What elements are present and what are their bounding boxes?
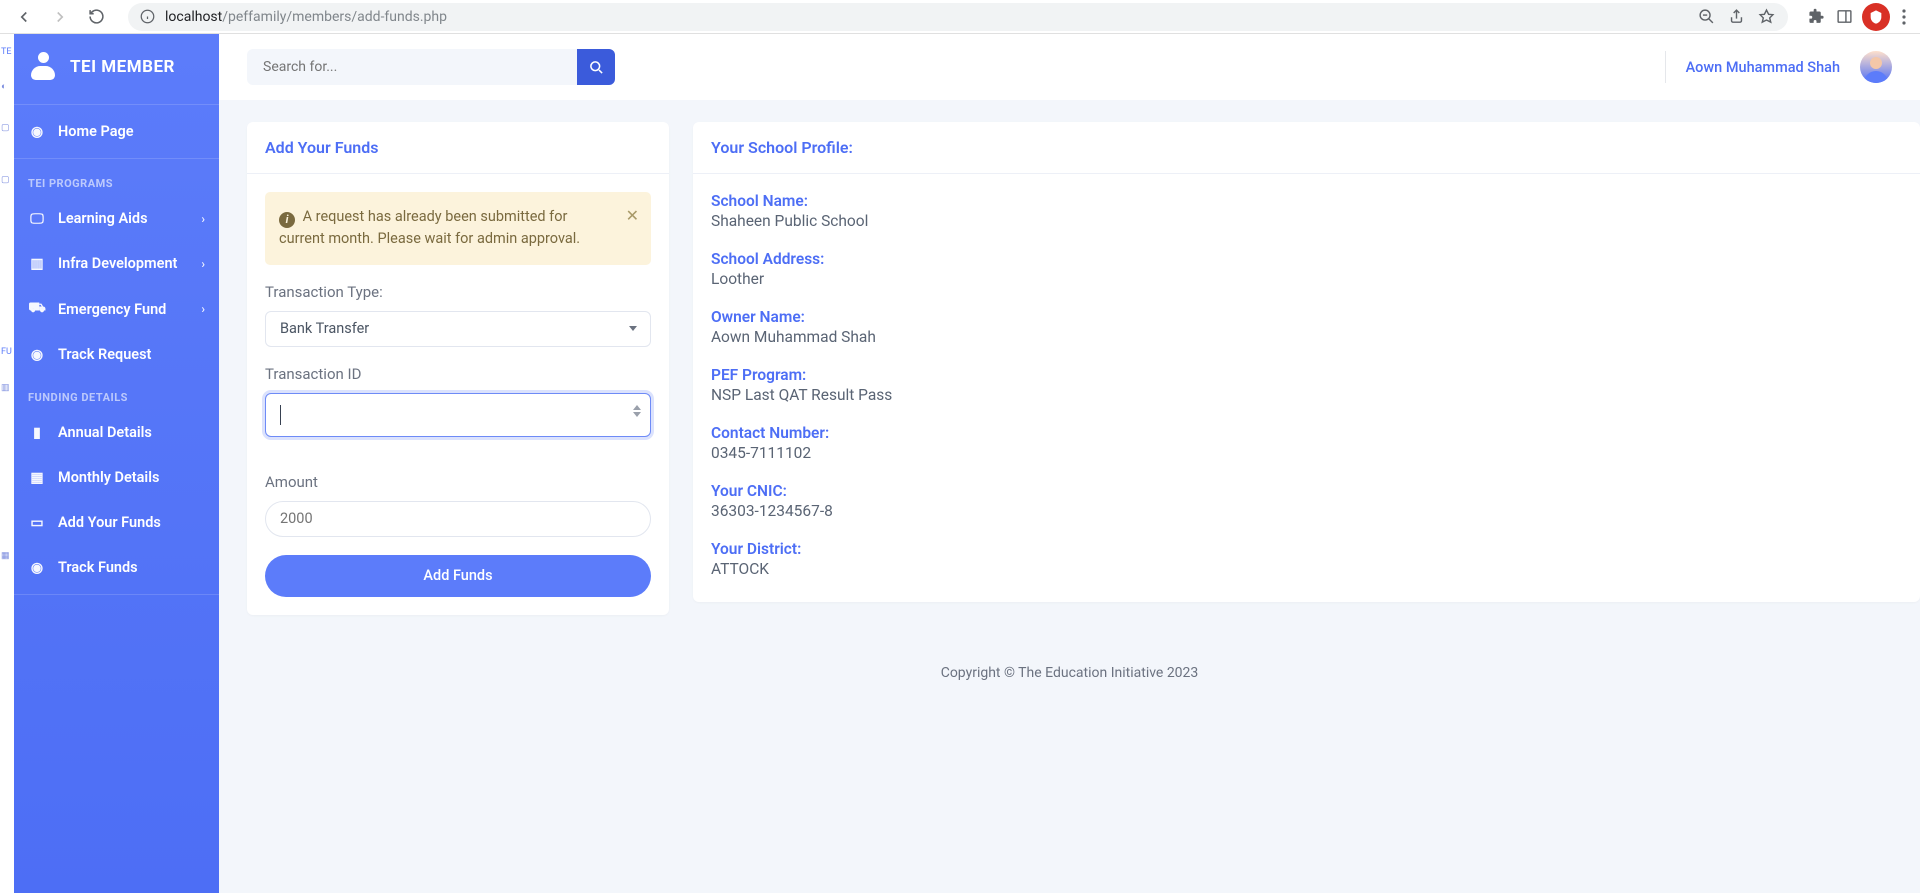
table-icon: ▦ [28, 470, 46, 486]
sidebar-item-label: Monthly Details [58, 469, 159, 486]
footer-text: Copyright © The Education Initiative 202… [219, 637, 1920, 721]
forward-button[interactable] [46, 3, 74, 31]
eye-icon: ◉ [28, 560, 46, 576]
site-info-icon [140, 9, 155, 24]
sidebar-item-track-request[interactable]: ◉ Track Request [14, 332, 219, 377]
profile-avatar-browser[interactable] [1862, 3, 1890, 31]
search-button[interactable] [577, 49, 615, 85]
sidebar-item-learning-aids[interactable]: 🖵 Learning Aids › [14, 196, 219, 241]
share-icon[interactable] [1726, 7, 1746, 27]
add-funds-card: Add Your Funds i A request has already b… [247, 122, 669, 615]
label-contact-number: Contact Number: [711, 424, 1902, 442]
chevron-right-icon: › [201, 302, 205, 316]
money-icon: ▭ [28, 515, 46, 531]
extensions-icon[interactable] [1806, 7, 1826, 27]
sidebar: TEI MEMBER ◉ Home Page TEI PROGRAMS 🖵 Le… [14, 34, 219, 893]
sidebar-item-add-funds[interactable]: ▭ Add Your Funds [14, 500, 219, 545]
alert-warning: i A request has already been submitted f… [265, 192, 651, 265]
close-icon[interactable]: ✕ [626, 204, 639, 229]
sidebar-item-track-funds[interactable]: ◉ Track Funds [14, 545, 219, 590]
url-text: localhost/peffamily/members/add-funds.ph… [165, 9, 447, 25]
back-button[interactable] [10, 3, 38, 31]
sidebar-item-label: Learning Aids [58, 210, 148, 227]
sidebar-item-label: Add Your Funds [58, 514, 161, 531]
search-input[interactable] [247, 49, 577, 85]
label-district: Your District: [711, 540, 1902, 558]
sidebar-item-label: Annual Details [58, 424, 152, 441]
eye-icon: ◉ [28, 347, 46, 363]
search-icon [589, 60, 604, 75]
brand-text: TEI MEMBER [70, 57, 175, 77]
add-funds-button[interactable]: Add Funds [265, 555, 651, 597]
info-icon: i [279, 212, 295, 228]
chevron-right-icon: › [201, 212, 205, 226]
transaction-type-select[interactable]: Bank Transfer [265, 311, 651, 347]
sidebar-item-label: Track Request [58, 346, 151, 363]
text-cursor [280, 405, 281, 425]
value-district: ATTOCK [711, 560, 1902, 578]
chart-icon: ▮ [28, 425, 46, 441]
truck-icon: ⛟ [28, 300, 46, 318]
chevron-right-icon: › [201, 257, 205, 271]
sidebar-section-funding: FUNDING DETAILS [14, 377, 219, 410]
sidebar-item-emergency-fund[interactable]: ⛟ Emergency Fund › [14, 286, 219, 332]
alert-message: A request has already been submitted for… [279, 208, 580, 247]
dashboard-icon: ◉ [28, 124, 46, 140]
sidebar-item-home[interactable]: ◉ Home Page [14, 109, 219, 154]
zoom-icon[interactable] [1696, 7, 1716, 27]
transaction-id-input[interactable] [265, 393, 651, 437]
value-pef-program: NSP Last QAT Result Pass [711, 386, 1902, 404]
value-school-address: Loother [711, 270, 1902, 288]
value-contact-number: 0345-7111102 [711, 444, 1902, 462]
value-owner-name: Aown Muhammad Shah [711, 328, 1902, 346]
label-school-name: School Name: [711, 192, 1902, 210]
label-transaction-type: Transaction Type: [265, 283, 651, 301]
amount-input[interactable] [265, 501, 651, 537]
card-title: Your School Profile: [693, 122, 1920, 174]
avatar[interactable] [1860, 51, 1892, 83]
value-cnic: 36303-1234567-8 [711, 502, 1902, 520]
label-pef-program: PEF Program: [711, 366, 1902, 384]
sidebar-item-label: Emergency Fund [58, 301, 166, 318]
collapsed-panel: TE ◐ ▢ ▢ FU ▥ ▦ [0, 34, 14, 893]
kebab-menu-icon[interactable] [1898, 7, 1910, 27]
label-transaction-id: Transaction ID [265, 365, 651, 383]
label-school-address: School Address: [711, 250, 1902, 268]
divider [1665, 51, 1666, 83]
label-amount: Amount [265, 473, 651, 491]
reload-button[interactable] [82, 3, 110, 31]
user-icon [28, 52, 58, 82]
profile-card: Your School Profile: School Name: Shahee… [693, 122, 1920, 602]
sidebar-item-label: Infra Development [58, 255, 177, 272]
sidebar-item-infra-dev[interactable]: ▥ Infra Development › [14, 241, 219, 286]
sidebar-section-programs: TEI PROGRAMS [14, 163, 219, 196]
sidebar-item-label: Track Funds [58, 559, 138, 576]
sidebar-item-monthly-details[interactable]: ▦ Monthly Details [14, 455, 219, 500]
browser-toolbar: localhost/peffamily/members/add-funds.ph… [0, 0, 1920, 34]
address-bar[interactable]: localhost/peffamily/members/add-funds.ph… [128, 3, 1788, 31]
brand: TEI MEMBER [14, 48, 219, 100]
building-icon: ▥ [28, 256, 46, 272]
main-area: Aown Muhammad Shah Add Your Funds i A re… [219, 34, 1920, 893]
username-label[interactable]: Aown Muhammad Shah [1686, 59, 1840, 76]
label-cnic: Your CNIC: [711, 482, 1902, 500]
card-title: Add Your Funds [247, 122, 669, 174]
sidebar-item-annual-details[interactable]: ▮ Annual Details [14, 410, 219, 455]
sidebar-item-label: Home Page [58, 123, 134, 140]
monitor-icon: 🖵 [28, 211, 46, 227]
bookmark-star-icon[interactable] [1756, 7, 1776, 27]
label-owner-name: Owner Name: [711, 308, 1902, 326]
topbar: Aown Muhammad Shah [219, 34, 1920, 100]
value-school-name: Shaheen Public School [711, 212, 1902, 230]
panel-icon[interactable] [1834, 7, 1854, 27]
